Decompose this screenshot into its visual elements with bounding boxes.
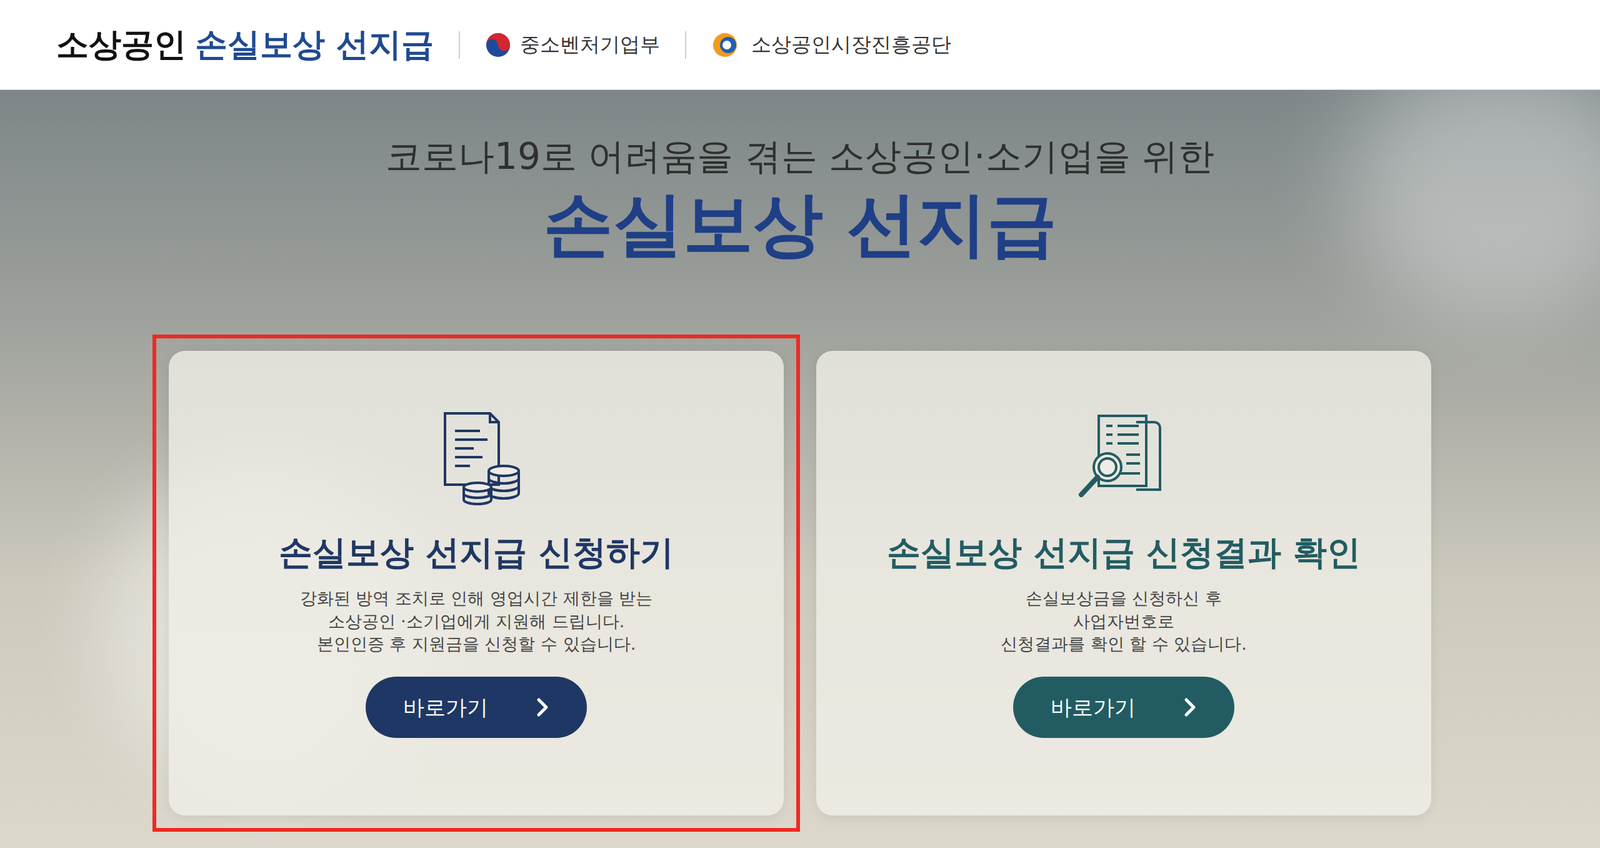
button-label: 바로가기 [403,694,489,720]
description-line: 강화된 방역 조치로 인해 영업시간 제한을 받는 [300,586,654,610]
card-row: 손실보상 선지급 신청하기강화된 방역 조치로 인해 영업시간 제한을 받는소상… [152,334,1448,832]
agency-link[interactable]: 중소벤처기업부 [485,31,660,59]
hero-subtitle: 코로나19로 어려움을 겪는 소상공인·소기업을 위한 [385,133,1215,180]
go-button[interactable]: 바로가기 [365,676,587,738]
description-line: 사업자번호로 [1073,610,1175,633]
description-line: 소상공인 ·소기업에게 지원해 드립니다. [328,610,625,633]
chevron-right-icon [535,696,550,718]
logo-prefix: 소상공인 [56,25,187,64]
site-header: 소상공인손실보상 선지급 중소벤처기업부 소상공인시장진흥공단 [0,0,1600,90]
hero-glow [1350,90,1600,315]
taegeuk-icon [485,31,512,59]
card-highlight-frame: 손실보상 선지급 신청결과 확인손실보상금을 신청하신 후사업자번호로신청결과를… [800,334,1448,832]
description-line: 손실보상금을 신청하신 후 [1025,586,1222,610]
description-line: 본인인증 후 지원금을 신청할 수 있습니다. [316,632,637,655]
go-button[interactable]: 바로가기 [1013,676,1235,738]
agency-link[interactable]: 소상공인시장진흥공단 [711,31,952,59]
document-search-icon [1073,406,1174,507]
service-card: 손실보상 선지급 신청하기강화된 방역 조치로 인해 영업시간 제한을 받는소상… [168,350,784,815]
logo-highlight: 손실보상 선지급 [195,25,434,64]
chevron-right-icon [1183,696,1197,718]
document-coins-icon [426,406,527,507]
description-line: 신청결과를 확인 할 수 있습니다. [1000,632,1247,655]
card-description: 손실보상금을 신청하신 후사업자번호로신청결과를 확인 할 수 있습니다. [1000,586,1247,655]
agency-name: 소상공인시장진흥공단 [751,32,952,57]
hero-section: 코로나19로 어려움을 겪는 소상공인·소기업을 위한손실보상 선지급손실보상 … [0,90,1600,848]
card-title: 손실보상 선지급 신청하기 [278,530,674,575]
card-description: 강화된 방역 조치로 인해 영업시간 제한을 받는소상공인 ·소기업에게 지원해… [300,586,654,655]
site-logo[interactable]: 소상공인손실보상 선지급 [56,25,434,64]
card-title: 손실보상 선지급 신청결과 확인 [886,530,1361,575]
header-divider [685,31,687,59]
semas-logo-icon [711,31,743,59]
button-label: 바로가기 [1050,694,1136,720]
service-card: 손실보상 선지급 신청결과 확인손실보상금을 신청하신 후사업자번호로신청결과를… [816,350,1432,815]
card-highlight-frame: 손실보상 선지급 신청하기강화된 방역 조치로 인해 영업시간 제한을 받는소상… [152,334,800,832]
agency-name: 중소벤처기업부 [520,32,660,57]
hero-title: 손실보상 선지급 [543,181,1058,266]
header-divider [458,31,460,59]
